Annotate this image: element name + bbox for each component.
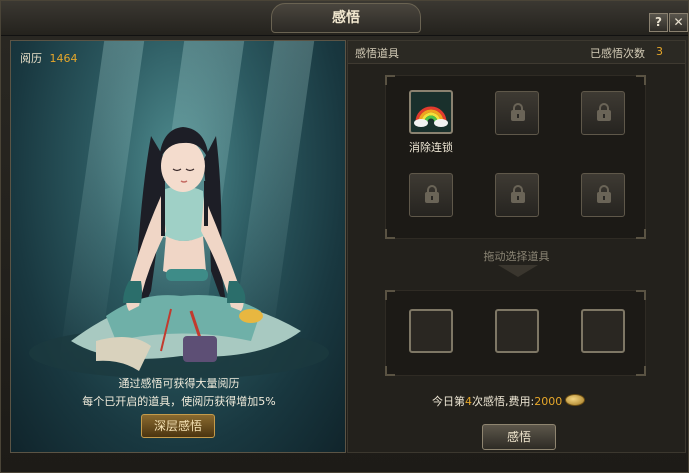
item-label-eliminate-chain: 消除连锁 xyxy=(409,141,453,154)
cost-prefix: 今日第 xyxy=(432,395,465,408)
insight-count-label: 已感悟次数 xyxy=(590,47,645,60)
insight-count-value: 3 xyxy=(656,45,663,58)
item-slot-rainbow[interactable] xyxy=(409,90,453,134)
drag-select-hint: 拖动选择道具 xyxy=(483,250,550,263)
cost-middle: 次感悟,费用: xyxy=(472,395,535,408)
lock-icon xyxy=(511,103,525,121)
coin-icon xyxy=(565,394,586,406)
down-arrow-icon xyxy=(498,265,538,277)
item-slot-locked[interactable] xyxy=(581,173,625,217)
cost-amount: 2000 xyxy=(534,395,563,408)
lock-icon xyxy=(425,185,439,203)
hint-line-1: 通过感悟可获得大量阅历 xyxy=(118,377,240,390)
insight-window: 感悟 ? ✕ 阅历 1464 通过感悟可获得大量阅历 每个已开启的道具，使阅历获… xyxy=(0,0,689,473)
meditating-girl-illustration xyxy=(29,127,329,379)
selected-item-slot[interactable] xyxy=(495,309,539,353)
rainbow-icon xyxy=(414,106,448,127)
close-icon[interactable]: ✕ xyxy=(669,13,688,32)
item-slot-locked[interactable] xyxy=(581,91,625,135)
items-header-title: 感悟道具 xyxy=(355,47,399,60)
cost-line: 今日第4次感悟,费用:2000 xyxy=(432,393,586,409)
selected-item-slot[interactable] xyxy=(409,309,453,353)
window-title: 感悟 xyxy=(271,3,421,33)
meditation-panel: 阅历 1464 通过感悟可获得大量阅历 每个已开启的道具，使阅历获得增加5% 深… xyxy=(10,40,346,453)
lock-icon xyxy=(597,185,611,203)
help-icon[interactable]: ? xyxy=(649,13,668,32)
hint-line-2: 每个已开启的道具，使阅历获得增加5% xyxy=(82,395,276,408)
item-slot-locked[interactable] xyxy=(409,173,453,217)
lock-icon xyxy=(597,103,611,121)
selected-item-slot[interactable] xyxy=(581,309,625,353)
insight-items-panel: 感悟道具 已感悟次数 3 消除连锁 拖动选择道具 今日第4次感悟,费用:2000… xyxy=(347,40,686,453)
title-bar: 感悟 ? ✕ xyxy=(1,1,688,36)
deep-insight-button[interactable]: 深层感悟 xyxy=(141,414,215,438)
items-header: 感悟道具 已感悟次数 3 xyxy=(348,41,685,64)
insight-button[interactable]: 感悟 xyxy=(482,424,556,450)
cost-times: 4 xyxy=(465,395,472,408)
lock-icon xyxy=(511,185,525,203)
item-slot-locked[interactable] xyxy=(495,91,539,135)
item-slot-locked[interactable] xyxy=(495,173,539,217)
